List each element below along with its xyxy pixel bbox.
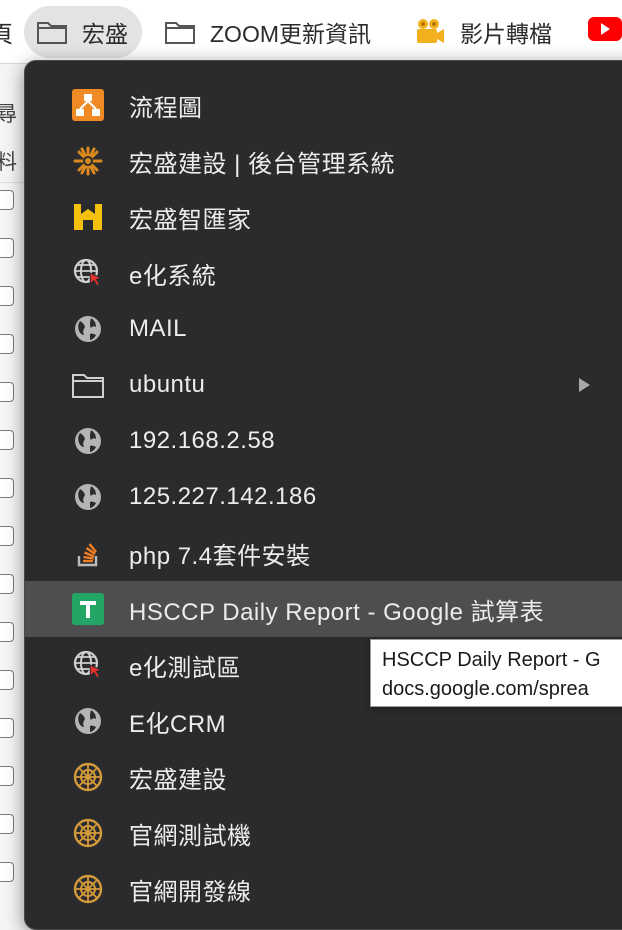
menu-item-hongsheng-construction[interactable]: 宏盛建設 [25, 749, 622, 805]
menu-item-label: MAIL [129, 315, 188, 342]
bookmark-folder-zoom[interactable]: ZOOM更新資訊 [164, 6, 371, 58]
row-checkbox[interactable] [0, 382, 14, 402]
bookmark-youtube[interactable] [588, 6, 622, 58]
menu-item-admin-system[interactable]: 宏盛建設 | 後台管理系統 [25, 133, 622, 189]
menu-item-site-test-server[interactable]: 官網測試機 [25, 805, 622, 861]
menu-item-flowchart[interactable]: 流程圖 [25, 77, 622, 133]
menu-item-label: HSCCP Daily Report - Google 試算表 [129, 598, 545, 626]
globe-icon [71, 312, 105, 346]
bookmark-label: ZOOM更新資訊 [210, 21, 371, 47]
google-sheets-icon [71, 592, 105, 626]
menu-item-e-system[interactable]: e化系統 [25, 245, 622, 301]
globe-cursor-icon [71, 648, 105, 682]
menu-item-label: 192.168.2.58 [129, 427, 276, 454]
row-checkbox[interactable] [0, 766, 14, 786]
row-checkbox[interactable] [0, 526, 14, 546]
tooltip-title: HSCCP Daily Report - G [382, 649, 601, 671]
row-checkbox[interactable] [0, 334, 14, 354]
background-text: 料 [0, 151, 17, 174]
menu-item-label: e化系統 [129, 262, 217, 290]
menu-item-label: 宏盛智匯家 [129, 206, 252, 234]
menu-item-smart-home[interactable]: 宏盛智匯家 [25, 189, 622, 245]
row-checkbox[interactable] [0, 478, 14, 498]
menu-item-ubuntu-folder[interactable]: ubuntu [25, 357, 622, 413]
folder-icon [71, 368, 105, 402]
menu-item-label: 宏盛建設 [129, 766, 227, 794]
folder-icon [164, 19, 196, 45]
globe-icon [71, 480, 105, 514]
menu-item-php-install[interactable]: php 7.4套件安裝 [25, 525, 622, 581]
flowchart-icon [71, 88, 105, 122]
menu-item-ip-125[interactable]: 125.227.142.186 [25, 469, 622, 525]
row-checkbox[interactable] [0, 862, 14, 882]
youtube-icon [588, 16, 622, 48]
submenu-arrow-icon [579, 378, 590, 392]
row-checkbox[interactable] [0, 814, 14, 834]
menu-item-label: ubuntu [129, 371, 206, 398]
menu-item-label: 宏盛建設 | 後台管理系統 [129, 150, 396, 178]
ornament-logo-icon [71, 760, 105, 794]
row-checkbox[interactable] [0, 238, 14, 258]
stackoverflow-icon [71, 536, 105, 570]
bookmark-partial-label: 頁 [0, 21, 13, 47]
tooltip-url: docs.google.com/sprea [382, 678, 589, 700]
globe-icon [71, 704, 105, 738]
folder-icon [36, 19, 68, 45]
row-checkbox[interactable] [0, 286, 14, 306]
menu-item-ip-192[interactable]: 192.168.2.58 [25, 413, 622, 469]
bookmark-tooltip: HSCCP Daily Report - G docs.google.com/s… [370, 639, 622, 707]
menu-item-label: E化CRM [129, 710, 227, 738]
globe-icon [71, 424, 105, 458]
globe-cursor-icon [71, 256, 105, 290]
row-checkbox[interactable] [0, 718, 14, 738]
row-checkbox[interactable] [0, 430, 14, 450]
menu-item-label: 流程圖 [129, 94, 203, 122]
bookmark-folder-hongsheng[interactable]: 宏盛 [24, 6, 142, 58]
ornament-logo-icon [71, 872, 105, 906]
background-text: 尋 [0, 103, 17, 126]
bookmarks-bar: 頁 宏盛 ZOOM更新資訊 影片轉檔 [0, 0, 622, 64]
bookmark-folder-menu: 流程圖 宏盛建設 | 後台管理系統 宏盛智匯家 e化系統 MAIL ubuntu… [24, 60, 622, 930]
bookmark-partial-left[interactable]: 頁 [0, 6, 13, 58]
menu-item-label: 官網測試機 [129, 822, 252, 850]
bookmark-label: 宏盛 [82, 21, 128, 47]
row-checkbox[interactable] [0, 190, 14, 210]
menu-item-label: e化測試區 [129, 654, 241, 682]
menu-item-site-dev-line[interactable]: 官網開發線 [25, 861, 622, 917]
sunburst-logo-icon [71, 144, 105, 178]
h-logo-icon [71, 200, 105, 234]
menu-item-mail[interactable]: MAIL [25, 301, 622, 357]
row-checkbox[interactable] [0, 622, 14, 642]
bookmark-label: 影片轉檔 [460, 21, 552, 47]
row-checkbox[interactable] [0, 574, 14, 594]
menu-item-label: 官網開發線 [129, 878, 252, 906]
bookmark-video-convert[interactable]: 影片轉檔 [414, 6, 552, 58]
ornament-logo-icon [71, 816, 105, 850]
menu-item-label: 125.227.142.186 [129, 483, 317, 510]
menu-item-label: php 7.4套件安裝 [129, 542, 311, 570]
film-camera-icon [414, 17, 446, 47]
row-checkbox[interactable] [0, 670, 14, 690]
menu-item-hsccp-report[interactable]: HSCCP Daily Report - Google 試算表 [25, 581, 622, 637]
